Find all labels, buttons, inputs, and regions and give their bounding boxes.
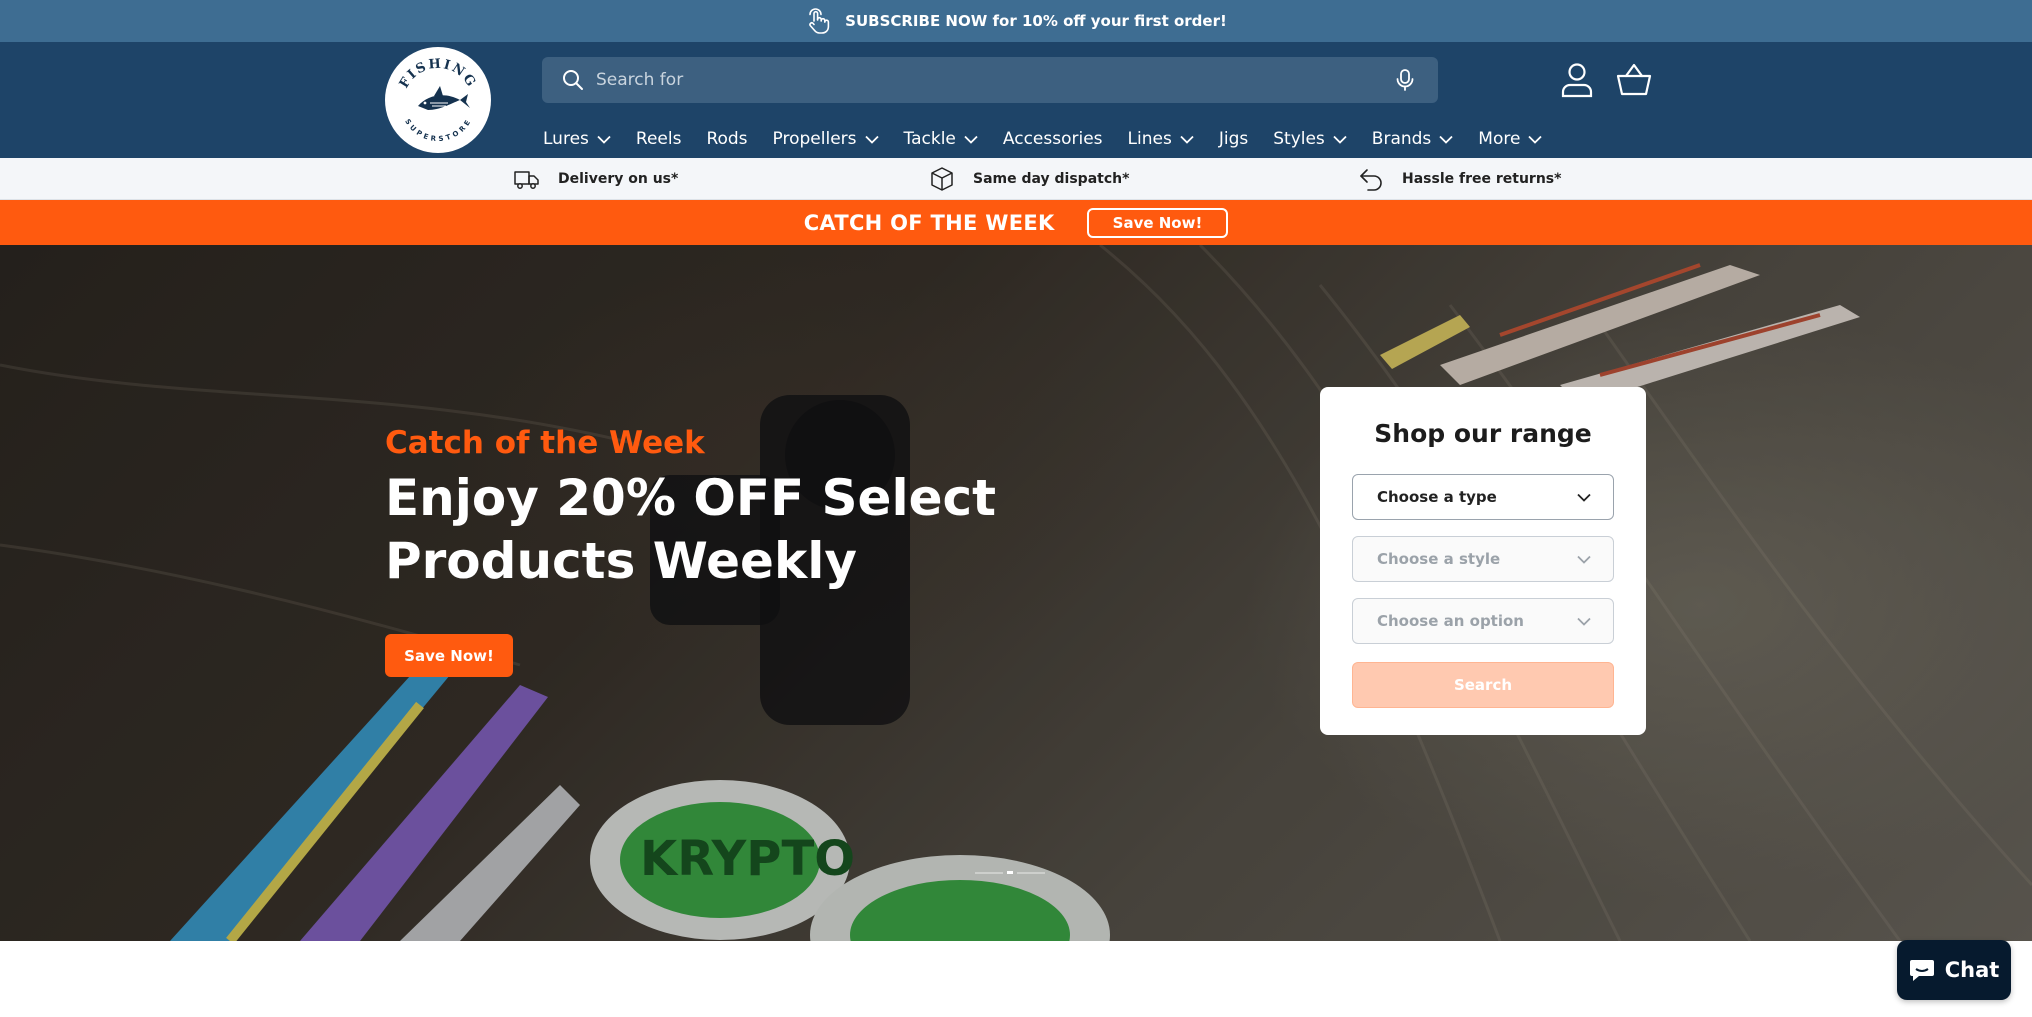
nav-item-label: Rods (706, 129, 748, 149)
feature-delivery: Delivery on us* (514, 158, 678, 200)
chat-button[interactable]: Chat (1897, 940, 2011, 1000)
catch-bar-title: CATCH OF THE WEEK (803, 210, 1055, 235)
nav-item-lines[interactable]: Lines (1128, 129, 1194, 149)
style-select-label: Choose a style (1377, 550, 1501, 568)
features-bar: Delivery on us* Same day dispatch* Hassl… (0, 158, 2032, 200)
return-arrow-icon (1360, 169, 1382, 191)
shop-panel-title: Shop our range (1374, 419, 1592, 448)
nav-item-lures[interactable]: Lures (543, 129, 611, 149)
option-select[interactable]: Choose an option (1352, 598, 1614, 644)
chevron-down-icon (1439, 135, 1453, 144)
slide-dot[interactable] (975, 871, 1003, 874)
chevron-down-icon (1577, 617, 1591, 626)
option-select-label: Choose an option (1377, 612, 1524, 630)
nav-item-label: Propellers (772, 129, 857, 149)
nav-item-styles[interactable]: Styles (1273, 129, 1347, 149)
hero-save-button[interactable]: Save Now! (385, 634, 513, 677)
feature-label: Hassle free returns* (1402, 171, 1562, 187)
site-header: FISHING SUPERSTORE Lures Reels Rods Prop… (0, 42, 2032, 158)
style-select[interactable]: Choose a style (1352, 536, 1614, 582)
feature-returns: Hassle free returns* (1358, 158, 1561, 200)
chevron-down-icon (597, 135, 611, 144)
nav-item-label: Styles (1273, 129, 1325, 149)
chat-label: Chat (1944, 958, 2000, 982)
nav-item-brands[interactable]: Brands (1372, 129, 1454, 149)
hero-overlay (0, 245, 2032, 941)
search-icon[interactable] (562, 69, 584, 91)
catch-bar-save-button[interactable]: Save Now! (1086, 207, 1229, 238)
chevron-down-icon (1577, 555, 1591, 564)
box-icon (931, 167, 953, 191)
nav-item-tackle[interactable]: Tackle (904, 129, 978, 149)
chevron-down-icon (1528, 135, 1543, 144)
chevron-down-icon (1180, 135, 1194, 144)
nav-item-jigs[interactable]: Jigs (1219, 129, 1248, 149)
promo-bar[interactable]: SUBSCRIBE NOW for 10% off your first ord… (0, 0, 2032, 42)
hero-headline: Enjoy 20% OFF Select Products Weekly (385, 469, 997, 590)
nav-item-more[interactable]: More (1478, 129, 1543, 149)
range-search-button[interactable]: Search (1352, 662, 1614, 708)
chat-bubble-icon (1909, 960, 1934, 981)
feature-dispatch: Same day dispatch* (929, 158, 1129, 200)
nav-item-label: Accessories (1002, 129, 1103, 149)
nav-item-label: Reels (635, 129, 682, 149)
hero-banner: KRYPTO Catch of the Week Enjoy 20% OFF S… (0, 245, 2032, 941)
feature-label: Delivery on us* (558, 171, 679, 187)
nav-item-propellers[interactable]: Propellers (773, 129, 879, 149)
feature-label: Same day dispatch* (973, 171, 1130, 187)
chevron-down-icon (1577, 493, 1591, 502)
account-icon[interactable] (1560, 62, 1594, 98)
tap-hand-icon (809, 8, 830, 34)
shop-range-panel: Shop our range Choose a type Choose a st… (1320, 387, 1646, 735)
delivery-truck-icon (514, 171, 539, 189)
catch-of-week-bar: CATCH OF THE WEEK Save Now! (0, 200, 2032, 245)
nav-item-accessories[interactable]: Accessories (1003, 129, 1103, 149)
chevron-down-icon (864, 135, 879, 144)
nav-item-rods[interactable]: Rods (706, 129, 747, 149)
search-input[interactable] (596, 57, 1356, 103)
basket-icon[interactable] (1616, 62, 1652, 98)
nav-item-label: Brands (1371, 129, 1432, 149)
slide-dot-active[interactable] (1007, 871, 1013, 874)
slide-indicator (975, 871, 1045, 874)
store-logo[interactable]: FISHING SUPERSTORE (385, 47, 491, 153)
search-bar[interactable] (542, 57, 1438, 103)
main-nav: Lures Reels Rods Propellers Tackle Acces… (543, 124, 1543, 154)
nav-item-label: Lines (1127, 129, 1172, 149)
fishing-superstore-logo: FISHING SUPERSTORE (390, 52, 486, 148)
nav-item-label: Tackle (903, 129, 956, 149)
microphone-icon[interactable] (1394, 68, 1416, 92)
type-select[interactable]: Choose a type (1352, 474, 1614, 520)
nav-item-label: More (1478, 129, 1521, 149)
nav-item-label: Jigs (1218, 129, 1249, 149)
promo-text: SUBSCRIBE NOW for 10% off your first ord… (845, 12, 1227, 30)
slide-dot[interactable] (1017, 871, 1045, 874)
chevron-down-icon (964, 135, 978, 144)
nav-item-label: Lures (543, 129, 589, 149)
hero-eyebrow: Catch of the Week (385, 425, 705, 461)
nav-item-reels[interactable]: Reels (636, 129, 682, 149)
type-select-label: Choose a type (1377, 488, 1497, 506)
chevron-down-icon (1333, 135, 1347, 144)
